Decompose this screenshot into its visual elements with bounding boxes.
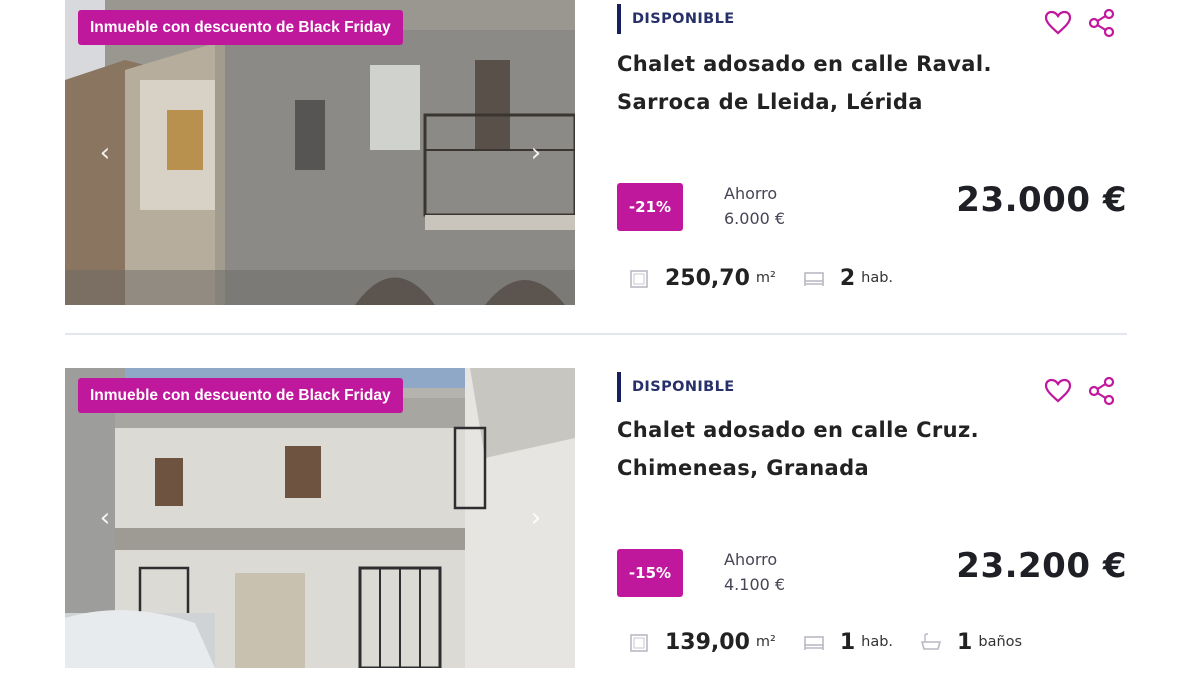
rooms-unit: hab. [861, 270, 894, 286]
rooms-value: 1 [839, 629, 856, 655]
property-photo[interactable]: Inmueble con descuento de Black Friday ‹… [65, 368, 575, 668]
feature-rooms: 2 hab. [802, 266, 893, 291]
heart-icon[interactable] [1043, 8, 1073, 38]
area-icon [630, 270, 648, 288]
property-photo[interactable]: Inmueble con descuento de Black Friday ‹… [65, 0, 575, 305]
savings-value: 6.000 € [724, 209, 786, 228]
listing-title[interactable]: Chalet adosado en calle Raval. Sarroca d… [617, 45, 1087, 121]
status-badge: DISPONIBLE [617, 4, 735, 34]
rooms-unit: hab. [861, 634, 894, 650]
title-line-2: Chimeneas, Granada [617, 456, 870, 480]
bed-icon [804, 636, 824, 650]
features-row: 250,70 m² 2 hab. [627, 258, 919, 298]
discount-badge: -15% [617, 549, 683, 597]
area-unit: m² [755, 634, 776, 650]
share-icon[interactable] [1087, 376, 1117, 406]
chevron-right-icon[interactable]: › [522, 504, 550, 532]
share-icon[interactable] [1087, 8, 1117, 38]
listing-title[interactable]: Chalet adosado en calle Cruz. Chimeneas,… [617, 411, 1087, 487]
savings-value: 4.100 € [724, 575, 786, 594]
status-badge: DISPONIBLE [617, 372, 735, 402]
price: 23.000 € [956, 180, 1127, 220]
feature-rooms: 1 hab. [802, 630, 893, 655]
listing-card[interactable]: Inmueble con descuento de Black Friday ‹… [65, 0, 1127, 305]
chevron-left-icon[interactable]: ‹ [91, 504, 119, 532]
feature-area: 250,70 m² [627, 266, 776, 291]
area-icon [630, 634, 648, 652]
listing-info: DISPONIBLE Chalet adosado en calle Raval… [617, 0, 1127, 305]
heart-icon[interactable] [1043, 376, 1073, 406]
listing-info: DISPONIBLE Chalet adosado en calle Cruz.… [617, 368, 1127, 668]
rooms-value: 2 [839, 265, 856, 291]
features-row: 139,00 m² 1 hab. 1 baños [627, 622, 1048, 662]
baths-unit: baños [978, 634, 1023, 650]
listing-divider [65, 333, 1127, 335]
area-unit: m² [755, 270, 776, 286]
listing-card[interactable]: Inmueble con descuento de Black Friday ‹… [65, 368, 1127, 668]
black-friday-tag: Inmueble con descuento de Black Friday [78, 10, 403, 45]
chevron-left-icon[interactable]: ‹ [91, 139, 119, 167]
savings-label: Ahorro [724, 184, 778, 203]
property-photo-image [65, 368, 575, 668]
feature-area: 139,00 m² [627, 630, 776, 655]
price: 23.200 € [956, 546, 1127, 586]
title-line-1: Chalet adosado en calle Raval. [617, 52, 992, 76]
black-friday-tag: Inmueble con descuento de Black Friday [78, 378, 403, 413]
feature-baths: 1 baños [919, 630, 1022, 655]
bed-icon [804, 272, 824, 286]
chevron-right-icon[interactable]: › [522, 139, 550, 167]
property-photo-image [65, 0, 575, 305]
discount-badge: -21% [617, 183, 683, 231]
title-line-1: Chalet adosado en calle Cruz. [617, 418, 979, 442]
savings-label: Ahorro [724, 550, 778, 569]
baths-value: 1 [957, 629, 973, 655]
area-value: 250,70 [665, 265, 750, 291]
bathtub-icon [920, 633, 942, 650]
title-line-2: Sarroca de Lleida, Lérida [617, 90, 923, 114]
area-value: 139,00 [665, 629, 750, 655]
